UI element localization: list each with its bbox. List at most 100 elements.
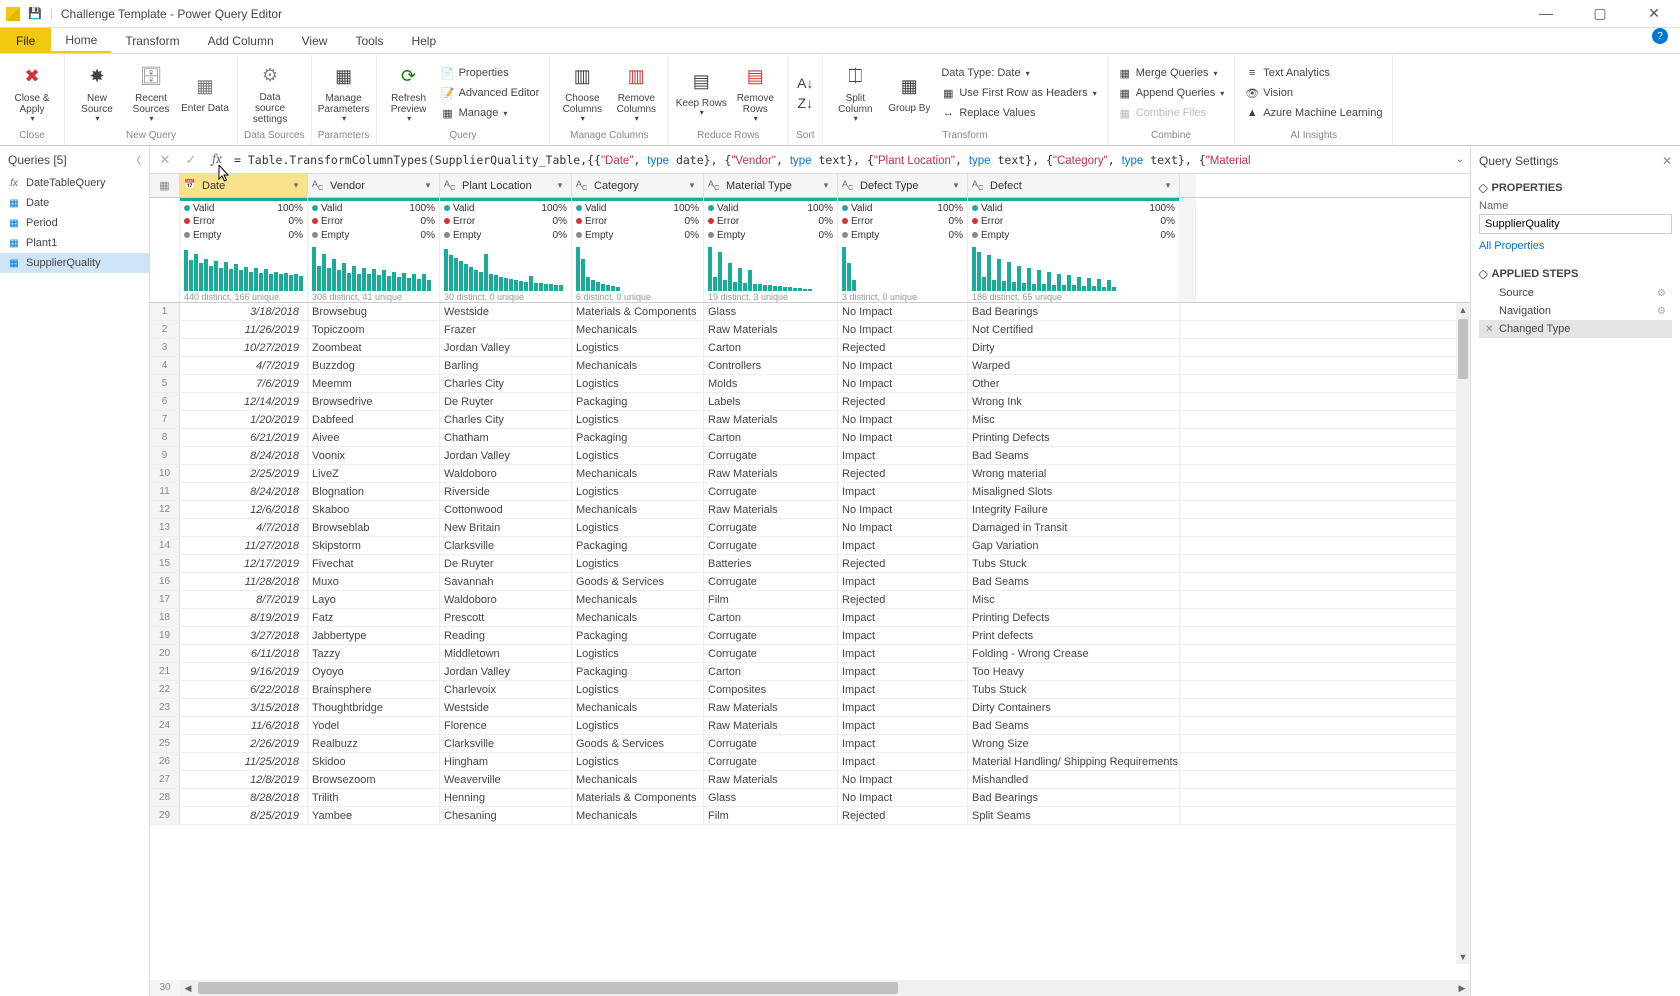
query-name-input[interactable] xyxy=(1479,214,1672,234)
sort-desc-button[interactable]: Z↓ xyxy=(794,93,816,113)
column-header-plant-location[interactable]: ACPlant Location▾ xyxy=(440,174,572,197)
append-queries-button[interactable]: ▦Append Queries▾ xyxy=(1114,83,1229,103)
formula-text[interactable]: = Table.TransformColumnTypes(SupplierQua… xyxy=(234,153,1448,167)
step-source[interactable]: Source⚙ xyxy=(1479,284,1672,302)
tab-transform[interactable]: Transform xyxy=(111,28,193,53)
step-changed-type[interactable]: ✕Changed Type xyxy=(1479,320,1672,338)
query-item-supplierquality[interactable]: ▦SupplierQuality xyxy=(0,253,149,273)
advanced-editor-button[interactable]: 📝Advanced Editor xyxy=(437,83,544,103)
filter-icon[interactable]: ▾ xyxy=(289,180,303,191)
table-icon[interactable]: ▦ xyxy=(150,174,180,197)
data-source-settings-button[interactable]: ⚙Data source settings xyxy=(244,60,296,126)
scroll-down-icon[interactable]: ▼ xyxy=(1456,950,1470,964)
type-icon[interactable]: AC xyxy=(312,179,326,193)
merge-queries-button[interactable]: ▦Merge Queries▾ xyxy=(1114,63,1229,83)
sort-asc-button[interactable]: A↓ xyxy=(794,73,816,93)
type-icon[interactable]: AC xyxy=(576,179,590,193)
manage-parameters-button[interactable]: ▦Manage Parameters▾ xyxy=(318,60,370,126)
column-header-defect-type[interactable]: ACDefect Type▾ xyxy=(838,174,968,197)
split-column-button[interactable]: ⎅Split Column▾ xyxy=(829,60,881,126)
column-header-category[interactable]: ACCategory▾ xyxy=(572,174,704,197)
commit-formula-button[interactable]: ✓ xyxy=(182,151,200,169)
column-header-date[interactable]: 📅Date▾ xyxy=(180,174,308,197)
close-apply-button[interactable]: ✖Close & Apply▾ xyxy=(6,60,58,126)
type-icon[interactable]: AC xyxy=(842,179,856,193)
type-icon[interactable]: 📅 xyxy=(184,179,198,193)
table-row[interactable]: 288/28/2018TrilithHenningMaterials & Com… xyxy=(150,789,1470,807)
enter-data-button[interactable]: ▦Enter Data xyxy=(179,60,231,126)
properties-button[interactable]: 📄Properties xyxy=(437,63,544,83)
hscroll-thumb[interactable] xyxy=(198,982,898,994)
step-navigation[interactable]: Navigation⚙ xyxy=(1479,302,1672,320)
data-type-button[interactable]: Data Type: Date▾ xyxy=(937,63,1100,83)
filter-icon[interactable]: ▾ xyxy=(685,180,699,191)
table-row[interactable]: 1611/28/2018MuxoSavannahGoods & Services… xyxy=(150,573,1470,591)
help-icon[interactable]: ? xyxy=(1652,28,1668,44)
table-row[interactable]: 98/24/2018VoonixJordan ValleyLogisticsCo… xyxy=(150,447,1470,465)
minimize-button[interactable]: — xyxy=(1526,5,1566,22)
gear-icon[interactable]: ⚙ xyxy=(1657,288,1666,299)
filter-icon[interactable]: ▾ xyxy=(553,180,567,191)
table-row[interactable]: 206/11/2018TazzyMiddletownLogisticsCorru… xyxy=(150,645,1470,663)
applied-steps-section[interactable]: APPLIED STEPS xyxy=(1479,268,1672,280)
close-button[interactable]: ✕ xyxy=(1634,5,1674,22)
choose-columns-button[interactable]: ▥Choose Columns▾ xyxy=(556,60,608,126)
table-row[interactable]: 226/22/2018BrainsphereCharlevoixLogistic… xyxy=(150,681,1470,699)
remove-rows-button[interactable]: ▤Remove Rows▾ xyxy=(729,60,781,126)
table-row[interactable]: 298/25/2019YambeeChesaningMechanicalsFil… xyxy=(150,807,1470,825)
group-by-button[interactable]: ▦Group By xyxy=(883,60,935,126)
recent-sources-button[interactable]: 🗄Recent Sources▾ xyxy=(125,60,177,126)
table-row[interactable]: 1512/17/2019FivechatDe RuyterLogisticsBa… xyxy=(150,555,1470,573)
manage-button[interactable]: ▦Manage▾ xyxy=(437,103,544,123)
table-row[interactable]: 57/6/2019MeemmCharles CityLogisticsMolds… xyxy=(150,375,1470,393)
column-header-material-type[interactable]: ACMaterial Type▾ xyxy=(704,174,838,197)
table-row[interactable]: 44/7/2019BuzzdogBarlingMechanicalsContro… xyxy=(150,357,1470,375)
vertical-scrollbar[interactable]: ▲ ▼ xyxy=(1456,303,1470,964)
table-row[interactable]: 1411/27/2018SkipstormClarksvillePackagin… xyxy=(150,537,1470,555)
new-source-button[interactable]: ✸New Source▾ xyxy=(71,60,123,126)
table-row[interactable]: 193/27/2018JabbertypeReadingPackagingCor… xyxy=(150,627,1470,645)
filter-icon[interactable]: ▾ xyxy=(421,180,435,191)
table-row[interactable]: 252/26/2019RealbuzzClarksvilleGoods & Se… xyxy=(150,735,1470,753)
filter-icon[interactable]: ▾ xyxy=(949,180,963,191)
scroll-up-icon[interactable]: ▲ xyxy=(1456,303,1470,317)
collapse-icon[interactable]: 〈 xyxy=(131,152,141,167)
gear-icon[interactable]: ⚙ xyxy=(1657,306,1666,317)
scroll-thumb[interactable] xyxy=(1458,319,1468,379)
keep-rows-button[interactable]: ▤Keep Rows▾ xyxy=(675,60,727,126)
first-row-headers-button[interactable]: ▦Use First Row as Headers▾ xyxy=(937,83,1100,103)
tab-help[interactable]: Help xyxy=(397,28,450,53)
maximize-button[interactable]: ▢ xyxy=(1580,5,1620,22)
text-analytics-button[interactable]: ≡Text Analytics xyxy=(1241,63,1386,83)
table-row[interactable]: 71/20/2019DabfeedCharles CityLogisticsRa… xyxy=(150,411,1470,429)
table-row[interactable]: 178/7/2019LayoWaldoboroMechanicalsFilmRe… xyxy=(150,591,1470,609)
table-row[interactable]: 2411/6/2018YodelFlorenceLogisticsRaw Mat… xyxy=(150,717,1470,735)
combine-files-button[interactable]: ▦Combine Files xyxy=(1114,103,1229,123)
queries-header[interactable]: Queries [5] 〈 xyxy=(0,146,149,173)
query-item-date[interactable]: ▦Date xyxy=(0,193,149,213)
query-item-period[interactable]: ▦Period xyxy=(0,213,149,233)
table-row[interactable]: 2712/8/2019BrowsezoomWeavervilleMechanic… xyxy=(150,771,1470,789)
vision-button[interactable]: 👁Vision xyxy=(1241,83,1386,103)
table-row[interactable]: 134/7/2018BrowseblabNew BritainLogistics… xyxy=(150,519,1470,537)
filter-icon[interactable]: ▾ xyxy=(1161,180,1175,191)
scroll-right-icon[interactable]: ▶ xyxy=(1454,980,1470,996)
table-row[interactable]: 102/25/2019LiveZWaldoboroMechanicalsRaw … xyxy=(150,465,1470,483)
expand-formula-icon[interactable]: ⌄ xyxy=(1456,154,1464,165)
save-icon[interactable]: 💾 xyxy=(28,7,42,21)
remove-columns-button[interactable]: ▥Remove Columns▾ xyxy=(610,60,662,126)
scroll-left-icon[interactable]: ◀ xyxy=(180,980,196,996)
type-icon[interactable]: AC xyxy=(444,179,458,193)
table-row[interactable]: 612/14/2019BrowsedriveDe RuyterPackaging… xyxy=(150,393,1470,411)
azure-ml-button[interactable]: ▲Azure Machine Learning xyxy=(1241,103,1386,123)
refresh-preview-button[interactable]: ⟳Refresh Preview▾ xyxy=(383,60,435,126)
table-row[interactable]: 233/15/2018ThoughtbridgeWestsideMechanic… xyxy=(150,699,1470,717)
tab-home[interactable]: Home xyxy=(51,28,111,53)
table-row[interactable]: 86/21/2019AiveeChathamPackagingCartonNo … xyxy=(150,429,1470,447)
type-icon[interactable]: AC xyxy=(708,179,722,193)
query-item-datetablequery[interactable]: fxDateTableQuery xyxy=(0,173,149,193)
properties-section[interactable]: PROPERTIES xyxy=(1479,182,1672,194)
column-header-defect[interactable]: ACDefect▾ xyxy=(968,174,1180,197)
tab-tools[interactable]: Tools xyxy=(341,28,397,53)
filter-icon[interactable]: ▾ xyxy=(819,180,833,191)
